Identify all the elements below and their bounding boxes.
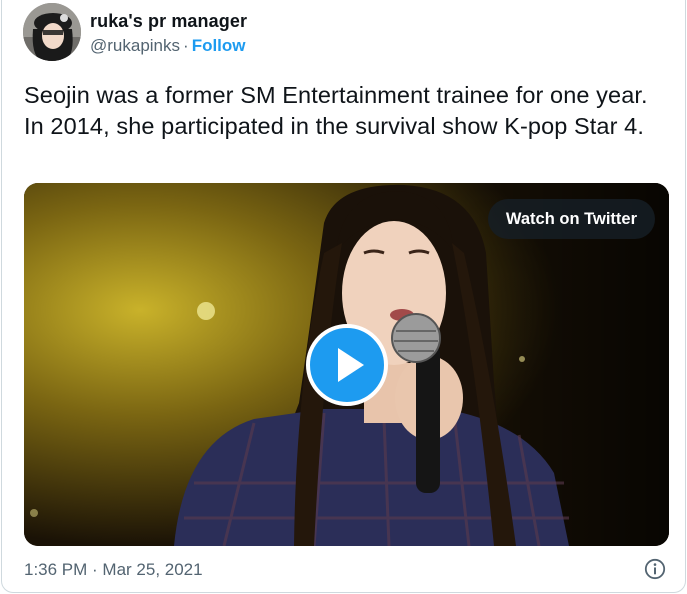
- avatar-image: [23, 3, 81, 61]
- tweet-card: ruka's pr manager @rukapinks · Follow Seoj…: [1, 0, 686, 593]
- play-button[interactable]: [306, 324, 388, 406]
- author-name[interactable]: ruka's pr manager: [90, 11, 247, 32]
- play-icon: [338, 348, 364, 382]
- follow-link[interactable]: Follow: [192, 36, 246, 55]
- author-handle[interactable]: @rukapinks: [90, 36, 180, 55]
- tweet-timestamp[interactable]: 1:36 PM · Mar 25, 2021: [24, 560, 203, 580]
- avatar[interactable]: [23, 3, 81, 61]
- handle-row: @rukapinks · Follow: [90, 36, 246, 56]
- separator-dot: ·: [183, 36, 189, 55]
- tweet-text: Seojin was a former SM Entertainment tra…: [24, 82, 648, 139]
- info-icon[interactable]: [644, 558, 666, 580]
- video-player[interactable]: Watch on Twitter: [24, 183, 669, 546]
- watch-on-twitter-button[interactable]: Watch on Twitter: [487, 199, 655, 239]
